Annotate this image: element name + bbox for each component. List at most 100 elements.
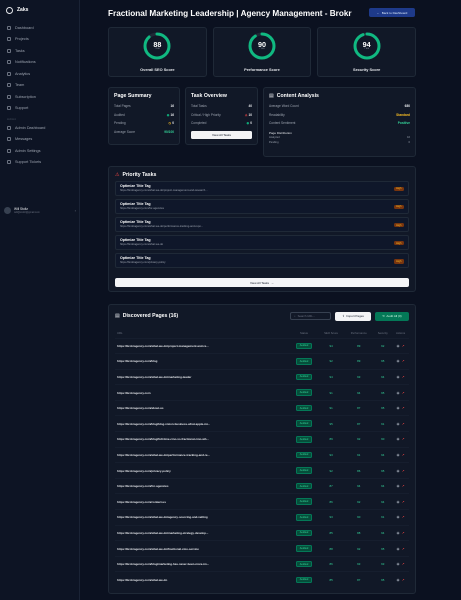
external-link-icon[interactable]: ↗	[402, 437, 405, 441]
table-row[interactable]: https://brokragency.com/blog Audited 92 89 9…	[115, 353, 409, 370]
view-icon[interactable]: ◉	[397, 391, 400, 395]
sidebar-item-support-tickets[interactable]: Support Tickets	[0, 157, 79, 169]
view-icon[interactable]: ◉	[397, 453, 400, 457]
table-row[interactable]: https://brokragency.com/what-we-do/proje…	[115, 337, 409, 354]
page-url[interactable]: https://brokragency.com/blog/full-time-c…	[115, 431, 290, 448]
priority-task[interactable]: Optimize Title Tag https://brokragency.co…	[115, 234, 409, 251]
table-row[interactable]: https://brokragency.com Audited 91 94 95 ◉ ↗	[115, 384, 409, 401]
logo[interactable]: Zaks	[0, 2, 79, 18]
score-card-overall: 88 / 100 Overall SEO Score	[108, 27, 207, 77]
priority-task[interactable]: Optimize Title Tag https://brokragency.co…	[115, 252, 409, 269]
sidebar-item-subscription[interactable]: Subscription	[0, 91, 79, 103]
external-link-icon[interactable]: ↗	[402, 375, 405, 379]
sidebar-item-admin-dashboard[interactable]: Admin Dashboard	[0, 122, 79, 134]
page-url[interactable]: https://brokragency.com/what-we-do	[115, 571, 290, 588]
priority-task[interactable]: Optimize Title Tag https://brokragency.co…	[115, 216, 409, 233]
page-url[interactable]: https://brokragency.com	[115, 384, 290, 401]
view-icon[interactable]: ◉	[397, 469, 400, 473]
view-all-tasks-button[interactable]: View All Tasks	[191, 130, 252, 139]
page-url[interactable]: https://brokragency.com/blog/blog-vision…	[115, 415, 290, 432]
external-link-icon[interactable]: ↗	[402, 453, 405, 457]
security-score: 95	[373, 399, 393, 416]
column-header-seo[interactable]: SEO Score	[318, 329, 344, 338]
external-link-icon[interactable]: ↗	[402, 469, 405, 473]
view-icon[interactable]: ◉	[397, 578, 400, 582]
page-url[interactable]: https://brokragency.com/for-agencies	[115, 477, 290, 494]
table-row[interactable]: https://brokragency.com/what-we-do Audite…	[115, 571, 409, 588]
sidebar-item-analytics[interactable]: Analytics	[0, 68, 79, 80]
external-link-icon[interactable]: ↗	[402, 547, 405, 551]
sidebar-item-admin-settings[interactable]: Admin Settings	[0, 145, 79, 157]
external-link-icon[interactable]: ↗	[402, 515, 405, 519]
view-icon[interactable]: ◉	[397, 484, 400, 488]
view-icon[interactable]: ◉	[397, 406, 400, 410]
page-url[interactable]: https://brokragency.com/contact-us	[115, 493, 290, 510]
user-menu[interactable]: Will Stoltz will@stoltz@gmail.com ›	[4, 207, 76, 214]
audit-all-button[interactable]: ↻ Audit All (0)	[375, 311, 409, 321]
column-header-status[interactable]: Status	[290, 329, 318, 338]
table-row[interactable]: https://brokragency.com/blog/full-time-c…	[115, 431, 409, 448]
back-to-dashboard-button[interactable]: ← Back to Dashboard	[369, 8, 415, 17]
priority-task[interactable]: Optimize Title Tag https://brokragency.co…	[115, 198, 409, 215]
external-link-icon[interactable]: ↗	[402, 391, 405, 395]
view-icon[interactable]: ◉	[397, 562, 400, 566]
view-icon[interactable]: ◉	[397, 375, 400, 379]
external-link-icon[interactable]: ↗	[402, 500, 405, 504]
import-pages-button[interactable]: ⇪ Import Pages	[335, 311, 371, 321]
column-header-security[interactable]: Security	[373, 329, 392, 338]
table-row[interactable]: https://brokragency.com/what-we-do/fract…	[115, 540, 409, 557]
page-url[interactable]: https://brokragency.com/blog/marketing-h…	[115, 555, 290, 572]
page-url[interactable]: https://brokragency.com/about-us	[115, 399, 290, 416]
view-icon[interactable]: ◉	[397, 437, 400, 441]
table-row[interactable]: https://brokragency.com/what-we-do/perfo…	[115, 446, 409, 463]
table-row[interactable]: https://brokragency.com/what-we-do/agenc…	[115, 509, 409, 526]
search-input[interactable]: ⌕ Search URL...	[290, 312, 331, 320]
view-icon[interactable]: ◉	[397, 359, 400, 363]
view-icon[interactable]: ◉	[397, 500, 400, 504]
table-row[interactable]: https://brokragency.com/about-us Audited 9…	[115, 399, 409, 416]
external-link-icon[interactable]: ↗	[402, 344, 405, 348]
table-row[interactable]: https://brokragency.com/what-we-do/marke…	[115, 368, 409, 385]
table-row[interactable]: https://brokragency.com/contact-us Audite…	[115, 493, 409, 510]
sidebar-item-messages[interactable]: Messages	[0, 134, 79, 146]
external-link-icon[interactable]: ↗	[402, 531, 405, 535]
security-score: 94	[373, 477, 393, 494]
table-row[interactable]: https://brokragency.com/what-we-do/marke…	[115, 524, 409, 541]
view-icon[interactable]: ◉	[397, 344, 400, 348]
page-url[interactable]: https://brokragency.com/what-we-do/proje…	[115, 337, 290, 354]
sidebar-item-tasks[interactable]: Tasks	[0, 45, 79, 57]
page-url[interactable]: https://brokragency.com/what-we-do/marke…	[115, 368, 290, 385]
view-icon[interactable]: ◉	[397, 422, 400, 426]
sidebar-item-notifications[interactable]: Notifications	[0, 57, 79, 69]
page-url[interactable]: https://brokragency.com/what-we-do/agenc…	[115, 509, 290, 526]
external-link-icon[interactable]: ↗	[402, 359, 405, 363]
page-url[interactable]: https://brokragency.com/blog	[115, 353, 290, 370]
table-row[interactable]: https://brokragency.com/blog/marketing-h…	[115, 555, 409, 572]
external-link-icon[interactable]: ↗	[402, 484, 405, 488]
external-link-icon[interactable]: ↗	[402, 422, 405, 426]
column-header-url[interactable]: URL	[115, 329, 290, 338]
table-row[interactable]: https://brokragency.com/blog/blog-vision…	[115, 415, 409, 432]
page-url[interactable]: https://brokragency.com/what-we-do/marke…	[115, 524, 290, 541]
page-title: Fractional Marketing Leadership | Agency…	[108, 9, 352, 18]
checklist-icon	[7, 48, 11, 53]
view-icon[interactable]: ◉	[397, 531, 400, 535]
page-url[interactable]: https://brokragency.com/what-we-do/perfo…	[115, 446, 290, 463]
view-icon[interactable]: ◉	[397, 547, 400, 551]
sidebar-item-projects[interactable]: Projects	[0, 34, 79, 46]
sidebar-item-dashboard[interactable]: Dashboard	[0, 22, 79, 34]
page-url[interactable]: https://brokragency.com/what-we-do/fract…	[115, 540, 290, 557]
page-url[interactable]: https://brokragency.com/privacy-policy	[115, 462, 290, 479]
priority-task[interactable]: Optimize Title Tag https://brokragency.co…	[115, 180, 409, 197]
external-link-icon[interactable]: ↗	[402, 406, 405, 410]
view-all-tasks-button[interactable]: View All Tasks →	[115, 278, 409, 287]
column-header-performance[interactable]: Performance	[344, 329, 373, 338]
table-row[interactable]: https://brokragency.com/privacy-policy Au…	[115, 462, 409, 479]
performance-score: 92	[344, 431, 374, 448]
table-row[interactable]: https://brokragency.com/for-agencies Audi…	[115, 477, 409, 494]
external-link-icon[interactable]: ↗	[402, 578, 405, 582]
sidebar-item-team[interactable]: Team	[0, 80, 79, 92]
view-icon[interactable]: ◉	[397, 515, 400, 519]
sidebar-item-support[interactable]: Support	[0, 103, 79, 115]
external-link-icon[interactable]: ↗	[402, 562, 405, 566]
